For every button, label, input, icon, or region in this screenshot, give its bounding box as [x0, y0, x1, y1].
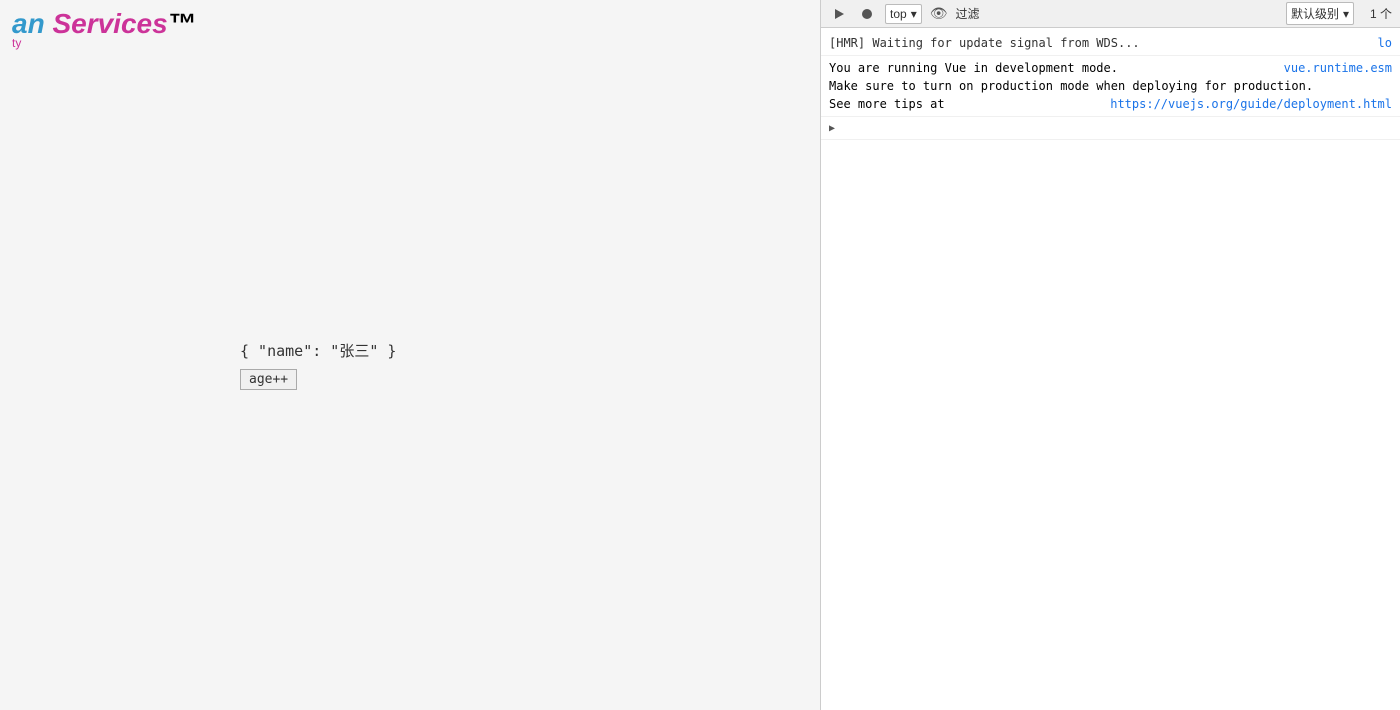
vue-docs-link[interactable]: https://vuejs.org/guide/deployment.html — [1110, 95, 1392, 113]
block-icon — [862, 9, 872, 19]
logo-services: Services — [45, 8, 168, 39]
vue-warning-text-line3: See more tips at — [829, 95, 1110, 113]
age-button[interactable]: age++ — [240, 369, 297, 390]
hmr-source[interactable]: lo — [1378, 35, 1392, 52]
filter-label: 过滤 — [956, 5, 980, 22]
play-icon — [835, 9, 844, 19]
chevron-down-icon-level: ▾ — [1343, 7, 1349, 21]
console-line-hmr: [HMR] Waiting for update signal from WDS… — [821, 32, 1400, 56]
hmr-message: [HMR] Waiting for update signal from WDS… — [829, 35, 1370, 52]
vue-warning-source[interactable]: vue.runtime.esm — [1284, 59, 1392, 77]
chevron-down-icon: ▾ — [911, 7, 917, 21]
eye-icon[interactable]: 👁 — [930, 5, 948, 22]
play-button[interactable] — [829, 4, 849, 24]
logo-area: an Services™ ty — [0, 0, 208, 58]
logo-text: an Services™ — [12, 8, 196, 40]
top-dropdown[interactable]: top ▾ — [885, 4, 922, 24]
default-level-dropdown[interactable]: 默认级别 ▾ — [1286, 2, 1354, 25]
logo-an: an — [12, 8, 45, 39]
console-line-expandable[interactable]: ▶ — [821, 117, 1400, 140]
console-line-vue: You are running Vue in development mode.… — [821, 56, 1400, 117]
devtools-toolbar: top ▾ 👁 过滤 默认级别 ▾ 1 个 — [821, 0, 1400, 28]
default-level-label: 默认级别 — [1291, 5, 1339, 22]
block-button[interactable] — [857, 4, 877, 24]
vue-warning-text-line2: Make sure to turn on production mode whe… — [829, 77, 1392, 95]
json-display: { "name": "张三" } — [240, 340, 396, 361]
console-content: [HMR] Waiting for update signal from WDS… — [821, 28, 1400, 710]
vue-warning-text-main: You are running Vue in development mode. — [829, 59, 1276, 77]
main-content: { "name": "张三" } age++ — [0, 80, 820, 710]
devtools-panel: top ▾ 👁 过滤 默认级别 ▾ 1 个 [HMR] Waiting for … — [820, 0, 1400, 710]
top-label: top — [890, 7, 907, 21]
count-badge: 1 个 — [1370, 5, 1392, 22]
expand-icon[interactable]: ▶ — [829, 122, 835, 136]
app-panel: an Services™ ty { "name": "张三" } age++ — [0, 0, 820, 710]
